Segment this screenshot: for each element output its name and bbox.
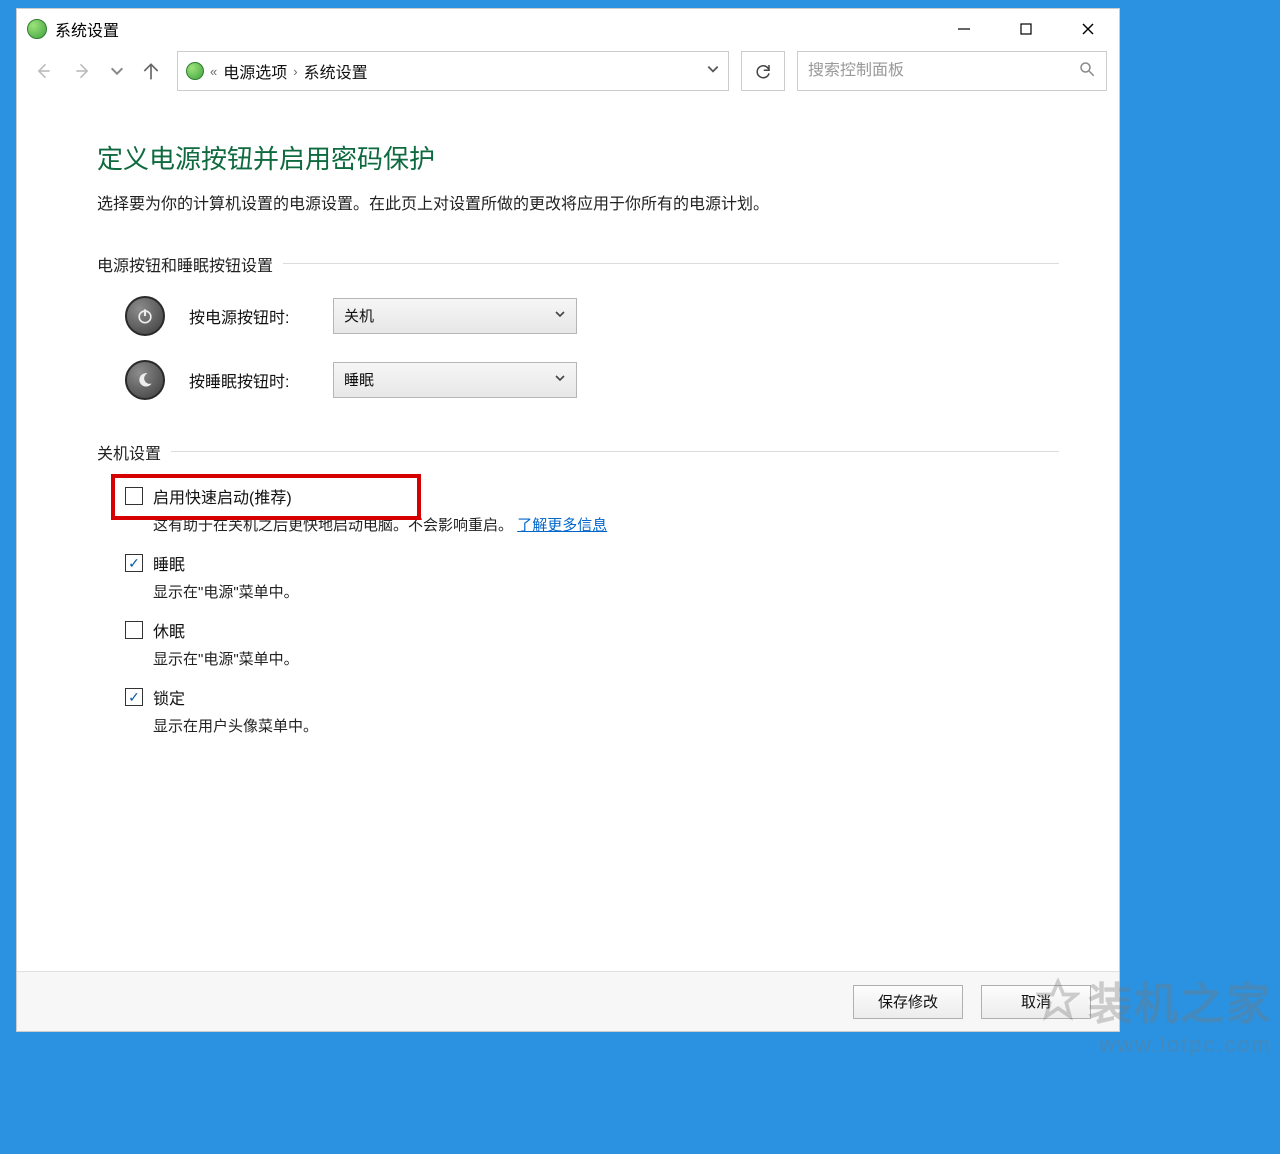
sleep-menu-row: 睡眠 [125, 551, 1059, 575]
breadcrumb-separator-icon: › [293, 64, 297, 79]
chevron-down-icon [554, 307, 566, 324]
hibernate-desc: 显示在"电源"菜单中。 [153, 648, 1059, 669]
fast-startup-label: 启用快速启动(推荐) [153, 484, 292, 508]
power-button-value: 关机 [344, 305, 374, 326]
breadcrumb-item-system-settings[interactable]: 系统设置 [304, 59, 368, 83]
recent-dropdown-icon[interactable] [109, 57, 125, 85]
save-button[interactable]: 保存修改 [853, 985, 963, 1019]
sleep-menu-checkbox[interactable] [125, 554, 143, 572]
sleep-button-value: 睡眠 [344, 369, 374, 390]
power-button-dropdown[interactable]: 关机 [333, 298, 577, 334]
chevron-down-icon [554, 371, 566, 388]
sleep-button-row: 按睡眠按钮时: 睡眠 [125, 360, 1059, 400]
titlebar-left: 系统设置 [27, 17, 119, 41]
lock-row: 锁定 [125, 685, 1059, 709]
footer-actions: 保存修改 取消 [17, 971, 1119, 1031]
window-title: 系统设置 [55, 17, 119, 41]
sleep-icon [125, 360, 165, 400]
breadcrumb[interactable]: « 电源选项 › 系统设置 [177, 51, 729, 91]
sleep-menu-desc: 显示在"电源"菜单中。 [153, 581, 1059, 602]
section-shutdown-settings: 关机设置 [97, 440, 1059, 464]
sleep-button-label: 按睡眠按钮时: [189, 368, 309, 392]
breadcrumb-app-icon [186, 62, 204, 80]
maximize-button[interactable] [995, 9, 1057, 49]
sleep-menu-label: 睡眠 [153, 551, 185, 575]
fast-startup-desc: 这有助于在关机之后更快地启动电脑。不会影响重启。 了解更多信息 [153, 514, 1059, 535]
app-icon [27, 19, 47, 39]
section-rule [171, 451, 1059, 452]
titlebar: 系统设置 [17, 9, 1119, 49]
power-button-row: 按电源按钮时: 关机 [125, 296, 1059, 336]
close-button[interactable] [1057, 9, 1119, 49]
watermark-url: www.lotpc.com [1036, 1032, 1272, 1058]
minimize-button[interactable] [933, 9, 995, 49]
search-box[interactable] [797, 51, 1107, 91]
navbar: « 电源选项 › 系统设置 [17, 49, 1119, 99]
cancel-button[interactable]: 取消 [981, 985, 1091, 1019]
section-power-sleep-buttons: 电源按钮和睡眠按钮设置 [97, 252, 1059, 276]
section-title: 电源按钮和睡眠按钮设置 [97, 252, 273, 276]
hibernate-row: 休眠 [125, 618, 1059, 642]
power-icon [125, 296, 165, 336]
section-rule [283, 263, 1059, 264]
hibernate-checkbox[interactable] [125, 621, 143, 639]
window-controls [933, 9, 1119, 49]
forward-button[interactable] [69, 57, 97, 85]
fast-startup-checkbox[interactable] [125, 487, 143, 505]
page-description: 选择要为你的计算机设置的电源设置。在此页上对设置所做的更改将应用于你所有的电源计… [97, 192, 1059, 218]
refresh-button[interactable] [741, 51, 785, 91]
lock-checkbox[interactable] [125, 688, 143, 706]
fast-startup-row: 启用快速启动(推荐) [125, 484, 1059, 508]
back-button[interactable] [29, 57, 57, 85]
page-heading: 定义电源按钮并启用密码保护 [97, 139, 1059, 176]
power-button-label: 按电源按钮时: [189, 304, 309, 328]
breadcrumb-dropdown-icon[interactable] [706, 62, 720, 80]
hibernate-label: 休眠 [153, 618, 185, 642]
breadcrumb-item-power-options[interactable]: 电源选项 [223, 59, 287, 83]
system-settings-window: 系统设置 « 电源选项 [16, 8, 1120, 1032]
lock-label: 锁定 [153, 685, 185, 709]
search-input[interactable] [808, 62, 1072, 80]
lock-desc: 显示在用户头像菜单中。 [153, 715, 1059, 736]
learn-more-link[interactable]: 了解更多信息 [517, 517, 607, 534]
up-button[interactable] [137, 57, 165, 85]
search-icon [1078, 60, 1096, 82]
breadcrumb-prefix: « [210, 64, 217, 79]
sleep-button-dropdown[interactable]: 睡眠 [333, 362, 577, 398]
section-title: 关机设置 [97, 440, 161, 464]
content-area: 定义电源按钮并启用密码保护 选择要为你的计算机设置的电源设置。在此页上对设置所做… [17, 99, 1119, 971]
